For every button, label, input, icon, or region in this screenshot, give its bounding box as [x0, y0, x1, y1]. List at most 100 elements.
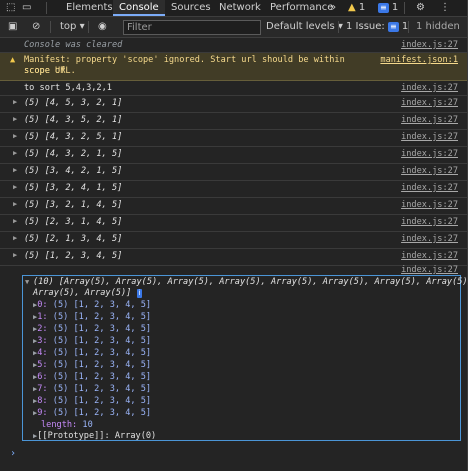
array-log-row[interactable]: ▶ (5) [1, 2, 3, 4, 5] index.js:27 — [0, 249, 467, 266]
array-log-row[interactable]: ▶ (5) [3, 2, 1, 4, 5] index.js:27 — [0, 198, 467, 215]
source-link[interactable]: index.js:27 — [401, 251, 458, 261]
array-log-text: (5) [3, 2, 4, 1, 5] — [24, 183, 123, 193]
toolbar-divider-4 — [408, 21, 409, 33]
entry-value: (5) [1, 2, 3, 4, 5] — [52, 372, 152, 382]
array-log-row[interactable]: ▶ (5) [2, 1, 3, 4, 5] index.js:27 — [0, 232, 467, 249]
issue-count: 1 — [391, 2, 399, 13]
sidebar-toggle-icon[interactable]: ▣ — [8, 17, 17, 37]
array-entry[interactable]: ▶4: (5) [1, 2, 3, 4, 5] — [33, 348, 151, 358]
array-log-row[interactable]: ▶ (5) [4, 3, 5, 2, 1] index.js:27 — [0, 113, 467, 130]
entry-colon: : — [42, 336, 48, 346]
array-log-text: (5) [4, 3, 2, 5, 1] — [24, 132, 123, 142]
array-log-text: (5) [4, 3, 2, 1, 5] — [24, 149, 123, 159]
array-log-row[interactable]: ▶ (5) [3, 2, 4, 1, 5] index.js:27 — [0, 181, 467, 198]
expand-triangle-icon[interactable]: ▶ — [13, 217, 17, 225]
tab-performance[interactable]: Performance — [264, 0, 339, 16]
entry-value: (5) [1, 2, 3, 4, 5] — [52, 312, 152, 322]
context-selector[interactable]: top ▾ — [60, 17, 85, 37]
collapse-triangle-icon[interactable]: ▼ — [25, 278, 29, 286]
source-link[interactable]: index.js:27 — [401, 40, 458, 50]
console-cleared-text: Console was cleared — [24, 40, 123, 50]
tab-console[interactable]: Console — [113, 0, 165, 16]
array-entry[interactable]: ▶1: (5) [1, 2, 3, 4, 5] — [33, 312, 151, 322]
array-log-row[interactable]: ▶ (5) [4, 3, 2, 1, 5] index.js:27 — [0, 147, 467, 164]
source-link[interactable]: index.js:27 — [401, 265, 458, 275]
expand-triangle-icon[interactable]: ▶ — [13, 98, 17, 106]
source-link[interactable]: index.js:27 — [401, 132, 458, 142]
source-link[interactable]: index.js:27 — [401, 217, 458, 227]
inspect-element-icon[interactable]: ⬚ — [6, 0, 15, 16]
expanded-header-2: Array(5), Array(5)] i — [33, 288, 143, 298]
more-options-icon[interactable]: ⋮ — [440, 0, 450, 16]
toolbar-divider-3 — [338, 21, 339, 33]
expanded-array-output[interactable]: ▼ (10) [Array(5), Array(5), Array(5), Ar… — [22, 275, 467, 441]
tab-elements[interactable]: Elements — [60, 0, 119, 16]
array-entry[interactable]: ▶5: (5) [1, 2, 3, 4, 5] — [33, 360, 151, 370]
expand-triangle-icon[interactable]: ▶ — [13, 200, 17, 208]
filter-input[interactable] — [123, 20, 261, 35]
expand-triangle-icon[interactable]: ▶ — [13, 183, 17, 191]
expand-triangle-icon[interactable]: ▶ — [13, 251, 17, 259]
array-entry[interactable]: ▶8: (5) [1, 2, 3, 4, 5] — [33, 396, 151, 406]
source-link[interactable]: index.js:27 — [401, 166, 458, 176]
entry-value: (5) [1, 2, 3, 4, 5] — [52, 336, 152, 346]
expand-triangle-icon[interactable]: ▶ — [13, 115, 17, 123]
log-row: to sort 5,4,3,2,1 index.js:27 — [0, 81, 467, 96]
entry-colon: : — [42, 360, 48, 370]
manifest-link[interactable]: manifest.json:1 — [380, 55, 458, 65]
array-log-row[interactable]: ▶ (5) [2, 3, 1, 4, 5] index.js:27 — [0, 215, 467, 232]
warnings-counter[interactable]: ▲ 1 — [348, 0, 365, 16]
context-label: top — [60, 21, 77, 32]
array-log-text: (5) [2, 1, 3, 4, 5] — [24, 234, 123, 244]
source-link[interactable]: index.js:27 — [401, 234, 458, 244]
prototype-property[interactable]: ▶[[Prototype]]: Array(0) — [33, 431, 156, 441]
expand-triangle-icon[interactable]: ▶ — [13, 149, 17, 157]
issues-button[interactable]: 1 Issue: ≡ 1 — [346, 17, 408, 37]
array-entry[interactable]: ▶9: (5) [1, 2, 3, 4, 5] — [33, 408, 151, 418]
more-tabs-button[interactable]: » — [330, 0, 336, 16]
tab-network[interactable]: Network — [213, 0, 267, 16]
devtools-tabbar: ⬚ ▭ Elements Console Sources Network Per… — [0, 0, 467, 17]
array-log-row[interactable]: ▶ (5) [4, 5, 3, 2, 1] index.js:27 — [0, 96, 467, 113]
console-cleared-row: Console was cleared index.js:27 — [0, 38, 467, 53]
source-link[interactable]: index.js:27 — [401, 98, 458, 108]
clear-console-icon[interactable]: ⊘ — [32, 17, 40, 37]
array-log-row[interactable]: ▶ (5) [4, 3, 2, 5, 1] index.js:27 — [0, 130, 467, 147]
array-log-row[interactable]: ▶ (5) [3, 4, 2, 1, 5] index.js:27 — [0, 164, 467, 181]
array-entry[interactable]: ▶6: (5) [1, 2, 3, 4, 5] — [33, 372, 151, 382]
source-link[interactable]: index.js:27 — [401, 200, 458, 210]
warning-icon: ▲ — [10, 55, 16, 65]
expand-triangle-icon[interactable]: ▶ — [13, 132, 17, 140]
source-link[interactable]: index.js:27 — [401, 83, 458, 93]
live-expression-eye-icon[interactable]: ◉ — [98, 17, 107, 37]
warning-count: 1 — [358, 2, 366, 13]
expanded-header: (10) [Array(5), Array(5), Array(5), Arra… — [33, 277, 468, 287]
tabbar-divider — [46, 2, 47, 14]
device-toolbar-icon[interactable]: ▭ — [22, 0, 31, 16]
length-key: length: — [41, 420, 78, 430]
entry-colon: : — [42, 324, 48, 334]
source-link[interactable]: index.js:27 — [401, 149, 458, 159]
array-log-text: (5) [3, 4, 2, 1, 5] — [24, 166, 123, 176]
console-messages: Console was cleared index.js:27 ▲ Manife… — [0, 38, 467, 471]
tab-sources[interactable]: Sources — [165, 0, 217, 16]
source-link[interactable]: index.js:27 — [401, 115, 458, 125]
entry-value: (5) [1, 2, 3, 4, 5] — [52, 384, 152, 394]
entry-value: (5) [1, 2, 3, 4, 5] — [52, 408, 152, 418]
array-entry[interactable]: ▶3: (5) [1, 2, 3, 4, 5] — [33, 336, 151, 346]
expand-triangle-icon[interactable]: ▶ — [13, 166, 17, 174]
entry-colon: : — [42, 408, 48, 418]
issues-counter[interactable]: ≡ 1 — [378, 0, 398, 16]
log-levels-dropdown[interactable]: Default levels ▾ — [266, 17, 343, 37]
settings-gear-icon[interactable]: ⚙ — [416, 0, 425, 16]
array-entry[interactable]: ▶2: (5) [1, 2, 3, 4, 5] — [33, 324, 151, 334]
array-log-text: (5) [4, 5, 3, 2, 1] — [24, 98, 123, 108]
entry-colon: : — [42, 384, 48, 394]
array-entry[interactable]: ▶0: (5) [1, 2, 3, 4, 5] — [33, 300, 151, 310]
console-prompt[interactable]: › — [10, 448, 16, 459]
array-entry[interactable]: ▶7: (5) [1, 2, 3, 4, 5] — [33, 384, 151, 394]
info-icon[interactable]: i — [136, 289, 143, 298]
expand-triangle-icon[interactable]: ▶ — [13, 234, 17, 242]
issues-label: 1 Issue: — [346, 21, 385, 32]
source-link[interactable]: index.js:27 — [401, 183, 458, 193]
